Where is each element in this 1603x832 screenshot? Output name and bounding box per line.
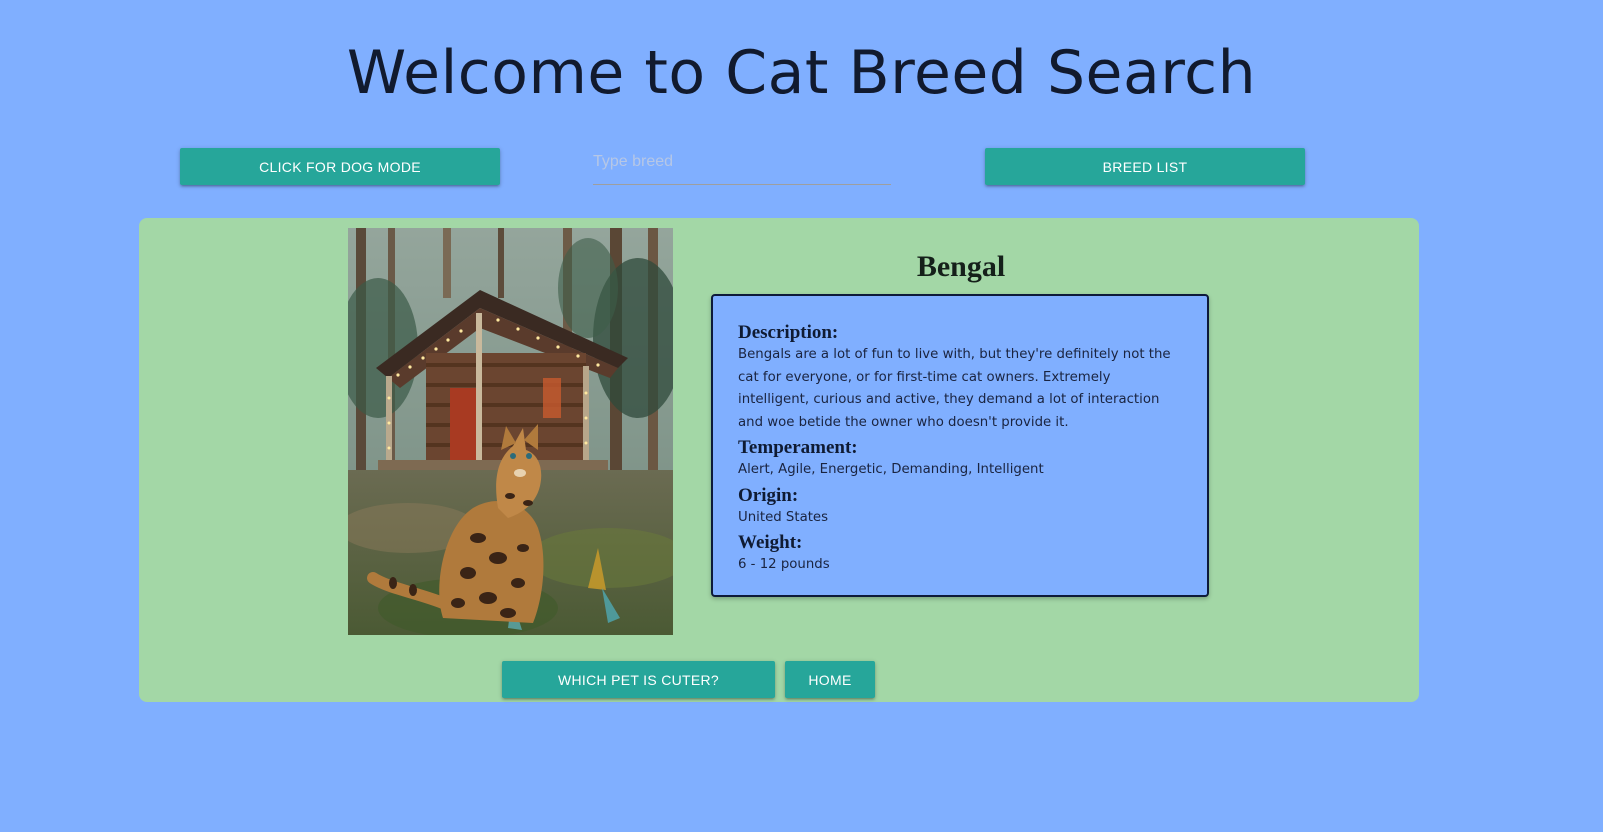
cat-photo	[348, 228, 673, 635]
page-title: Welcome to Cat Breed Search	[346, 38, 1257, 108]
breed-name: Bengal	[916, 250, 1006, 283]
dog-mode-button[interactable]: CLICK FOR DOG MODE	[180, 148, 500, 185]
description-label: Description:	[738, 322, 839, 343]
origin-text: United States	[738, 509, 829, 525]
home-button[interactable]: HOME	[785, 661, 875, 698]
temperament-label: Temperament:	[738, 437, 858, 458]
weight-text: 6 - 12 pounds	[738, 557, 830, 572]
which-pet-cuter-button[interactable]: WHICH PET IS CUTER?	[502, 661, 775, 698]
page: Welcome to Cat Breed Search CLICK FOR DO…	[0, 0, 1603, 832]
temperament-text: Alert, Agile, Energetic, Demanding, Inte…	[738, 462, 1044, 477]
breed-list-button[interactable]: BREED LIST	[985, 148, 1305, 185]
search-field	[593, 148, 891, 185]
breed-search-input[interactable]	[593, 148, 891, 185]
breed-info-box: Description: Bengals are a lot of fun to…	[711, 294, 1209, 597]
breed-card: Bengal Description: Bengals are a lot of…	[139, 218, 1419, 702]
weight-label: Weight:	[738, 532, 803, 553]
origin-label: Origin:	[738, 484, 799, 506]
description-text: Bengals are a lot of fun to live with, b…	[738, 347, 1171, 430]
